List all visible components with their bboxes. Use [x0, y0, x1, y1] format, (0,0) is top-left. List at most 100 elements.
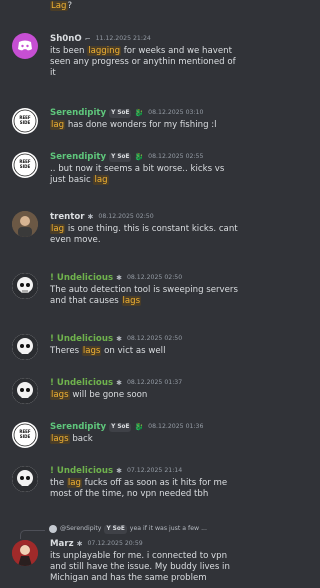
- message-header: Serendipity Y SoE 🐉 08.12.2025 02:55: [50, 151, 203, 163]
- message-body: .. but now it seems a bit worse.. kicks …: [50, 164, 240, 186]
- search-match-highlight: lag: [50, 120, 66, 130]
- message-body: lags back: [50, 434, 240, 445]
- bug-icon: ✱: [87, 213, 94, 221]
- character-avatar-icon: [12, 540, 38, 566]
- author-name[interactable]: Sh0nO: [50, 33, 82, 45]
- message-text: its unplayable for me. i connected to vp…: [50, 551, 233, 583]
- bug-icon: ✱: [76, 540, 83, 548]
- author-name[interactable]: Marz: [50, 538, 74, 550]
- reply-author[interactable]: @Serendipity: [60, 524, 101, 534]
- message-text: its been: [50, 46, 88, 56]
- timestamp: 08.12.2025 02:50: [126, 335, 183, 342]
- timestamp: 08.12.2025 03:10: [148, 109, 204, 116]
- author-name[interactable]: ! Undelicious: [50, 377, 113, 389]
- bug-icon: ✱: [116, 274, 122, 282]
- author-name[interactable]: Serendipity: [50, 107, 106, 119]
- message-body: lag has done wonders for my fishing :l: [50, 120, 240, 131]
- guild-tag-badge[interactable]: Y SoE: [109, 152, 132, 162]
- message-text: is one thing. this is constant kicks. ca…: [50, 224, 241, 245]
- bug-icon: ✱: [116, 467, 122, 475]
- avatar[interactable]: [12, 466, 38, 492]
- svg-text:SIDE: SIDE: [20, 164, 31, 169]
- svg-text:SIDE: SIDE: [20, 120, 31, 125]
- message-header: ! Undelicious ✱ 08.12.2025 02:50: [50, 333, 182, 345]
- timestamp: 07.12.2025 21:14: [126, 467, 183, 474]
- timestamp: 11.12.2025 21:24: [95, 35, 151, 42]
- guild-tag-badge[interactable]: Y SoE: [109, 422, 132, 432]
- timestamp: 08.12.2025 01:36: [148, 423, 204, 430]
- message-header: Serendipity Y SoE 🐉 08.12.2025 03:10: [50, 107, 203, 119]
- reply-avatar-icon: [49, 525, 57, 533]
- message-text: Theres: [50, 346, 82, 356]
- guild-tag-badge[interactable]: Y SoE: [109, 108, 132, 118]
- bug-icon: ✱: [116, 379, 122, 387]
- message-text: ?: [67, 1, 73, 11]
- avatar[interactable]: [12, 378, 38, 404]
- message-header: ! Undelicious ✱ 08.12.2025 01:37: [50, 377, 182, 389]
- avatar[interactable]: REEF SIDE: [12, 152, 38, 178]
- author-name[interactable]: ! Undelicious: [50, 465, 113, 477]
- skull-icon: [12, 334, 38, 360]
- reply-connector: [20, 530, 45, 539]
- photo-avatar-icon: [12, 211, 38, 237]
- search-match-highlight: lags: [50, 434, 70, 444]
- message-header: Sh0nO ⌐ 11.12.2025 21:24: [50, 33, 151, 45]
- message-header: trentor ✱ 08.12.2025 02:50: [50, 211, 154, 223]
- message-text: has done wonders for my fishing :l: [65, 120, 217, 130]
- message-header: ! Undelicious ✱ 08.12.2025 02:50: [50, 272, 182, 284]
- dragon-icon: 🐉: [134, 423, 144, 431]
- chat-search-results: Lag? Sh0nO ⌐ 11.12.2025 21:24 its been l…: [0, 0, 250, 588]
- skull-icon: [12, 378, 38, 404]
- bracket-icon: ⌐: [84, 35, 91, 43]
- timestamp: 08.12.2025 02:50: [126, 274, 183, 281]
- avatar[interactable]: [12, 211, 38, 237]
- timestamp: 07.12.2025 20:59: [87, 540, 143, 547]
- search-match-highlight: lag: [66, 478, 82, 488]
- author-name[interactable]: ! Undelicious: [50, 333, 113, 345]
- timestamp: 08.12.2025 01:37: [126, 379, 183, 386]
- message-text: will be gone soon: [69, 390, 148, 400]
- reply-text: yea if it was just a few ...: [129, 525, 207, 532]
- message-text: back: [69, 434, 93, 444]
- skull-icon: [12, 273, 38, 299]
- reply-preview[interactable]: @Serendipity Y SoE yea if it was just a …: [49, 524, 207, 534]
- message-header: Serendipity Y SoE 🐉 08.12.2025 01:36: [50, 421, 203, 433]
- lure-logo-icon: REEF SIDE: [13, 153, 37, 177]
- lure-logo-icon: REEF SIDE: [13, 423, 37, 447]
- message-body: Lag?: [50, 1, 240, 12]
- message-text: on vict as well: [101, 346, 166, 356]
- avatar[interactable]: [12, 334, 38, 360]
- search-match-highlight: lag: [93, 175, 109, 185]
- lure-logo-icon: REEF SIDE: [13, 109, 37, 133]
- author-name[interactable]: ! Undelicious: [50, 272, 113, 284]
- message-body: The auto detection tool is sweeping serv…: [50, 285, 240, 307]
- timestamp: 08.12.2025 02:55: [148, 153, 204, 160]
- timestamp: 08.12.2025 02:50: [98, 213, 154, 220]
- author-name[interactable]: Serendipity: [50, 421, 106, 433]
- search-match-highlight: lags: [50, 390, 70, 400]
- message-body: Theres lags on vict as well: [50, 346, 240, 357]
- guild-tag-badge: Y SoE: [104, 524, 127, 534]
- message-body: lags will be gone soon: [50, 390, 240, 401]
- avatar[interactable]: [12, 33, 38, 59]
- avatar[interactable]: REEF SIDE: [12, 422, 38, 448]
- discord-logo-icon: [18, 40, 32, 51]
- dragon-icon: 🐉: [134, 109, 144, 117]
- avatar[interactable]: REEF SIDE: [12, 108, 38, 134]
- author-name[interactable]: Serendipity: [50, 151, 106, 163]
- search-match-highlight: lags: [121, 296, 142, 306]
- message-body: lag is one thing. this is constant kicks…: [50, 224, 240, 246]
- search-match-highlight: Lag: [50, 1, 68, 11]
- message-text: The auto detection tool is sweeping serv…: [50, 285, 241, 306]
- svg-text:SIDE: SIDE: [20, 434, 31, 439]
- message-body: the lag fucks off as soon as it hits for…: [50, 478, 240, 500]
- message-text: the: [50, 478, 67, 488]
- author-name[interactable]: trentor: [50, 211, 85, 223]
- search-match-highlight: lag: [50, 224, 66, 234]
- skull-icon: [12, 466, 38, 492]
- avatar[interactable]: [12, 540, 38, 566]
- avatar[interactable]: [12, 273, 38, 299]
- message-header: Marz ✱ 07.12.2025 20:59: [50, 538, 143, 550]
- search-match-highlight: lagging: [87, 46, 122, 56]
- message-header: ! Undelicious ✱ 07.12.2025 21:14: [50, 465, 182, 477]
